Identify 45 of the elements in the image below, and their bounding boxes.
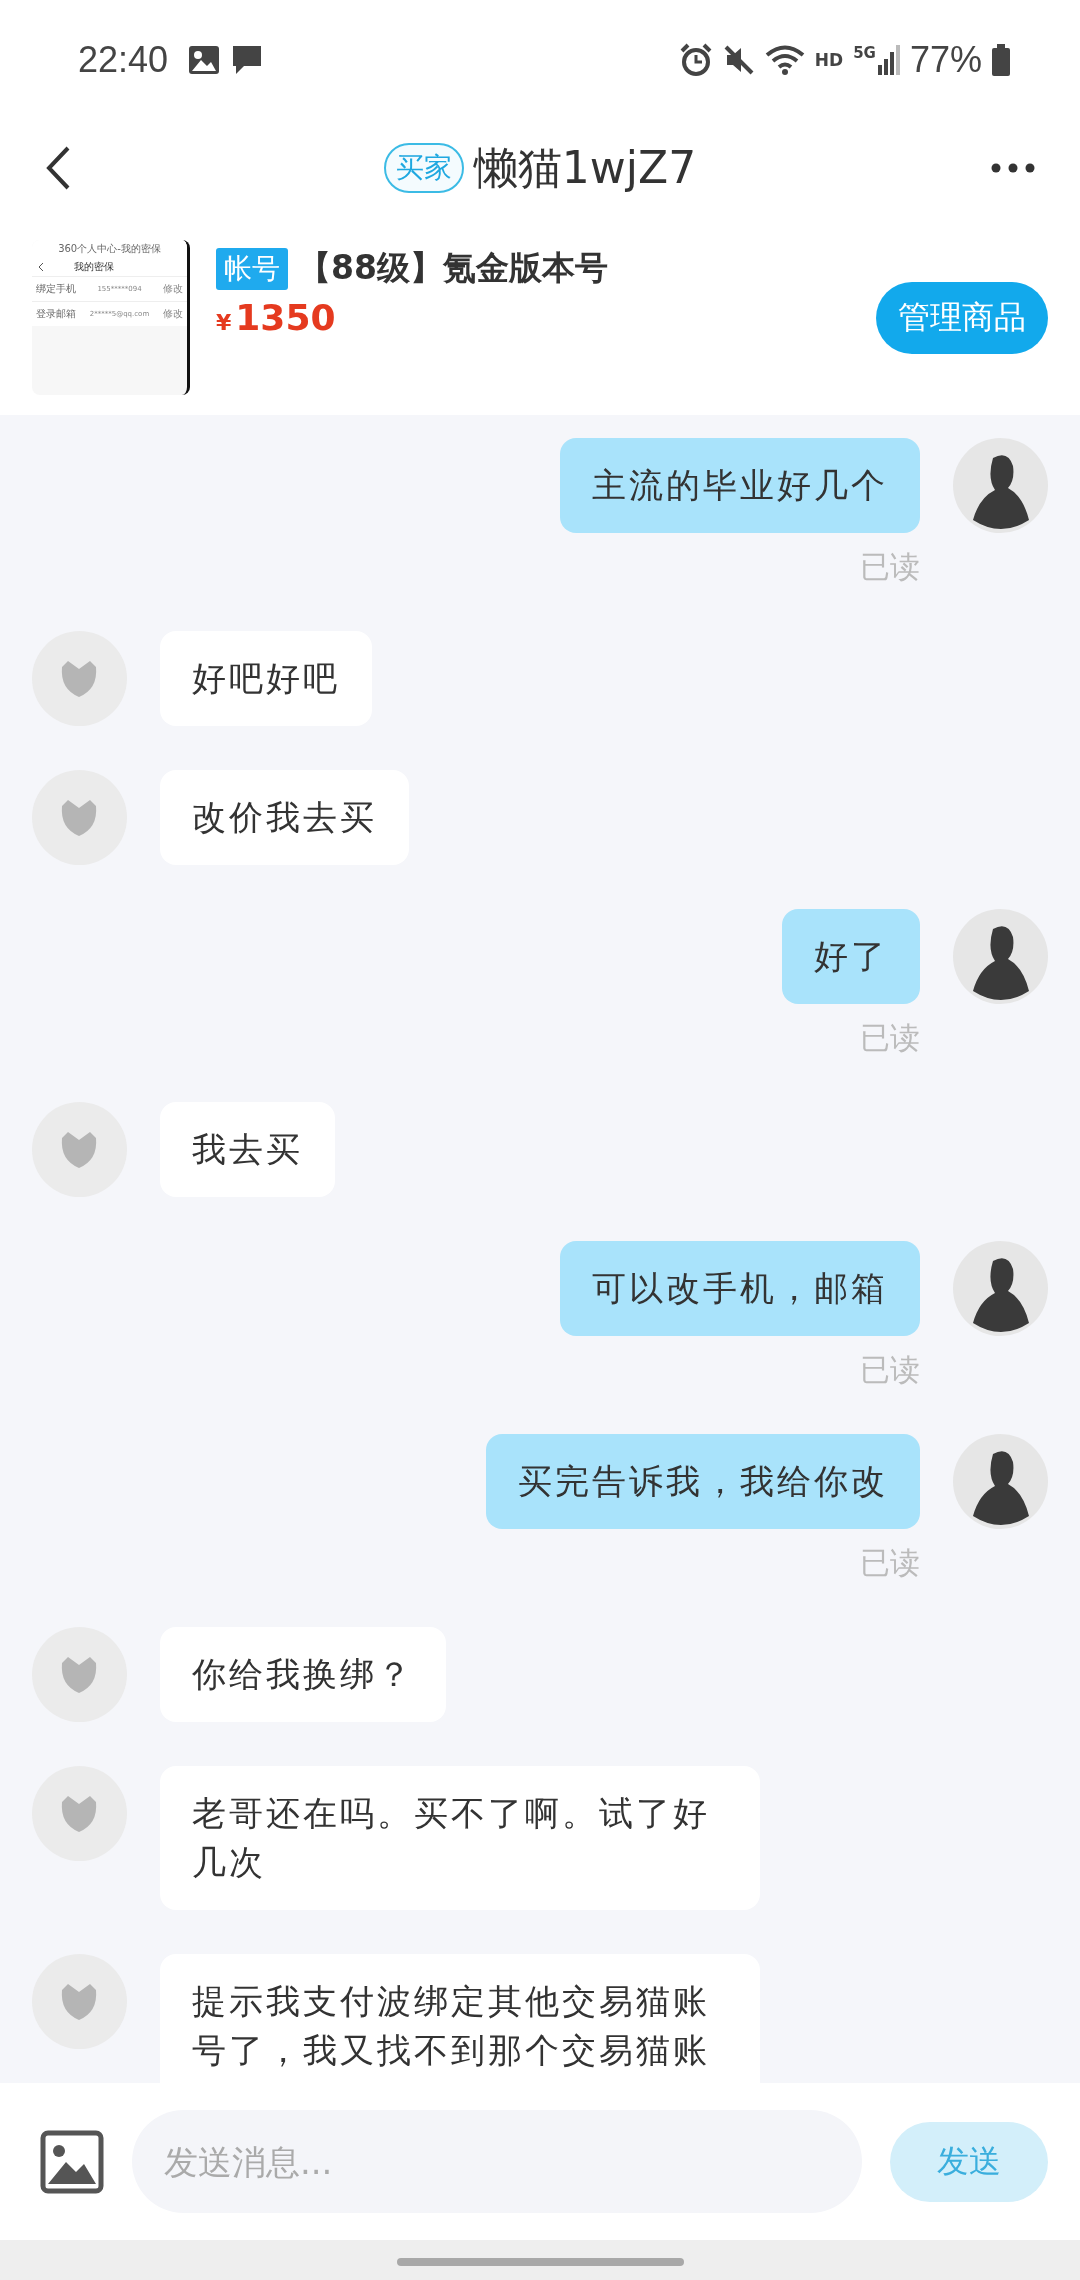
battery-icon — [992, 44, 1010, 76]
clock: 22:40 — [78, 39, 169, 81]
message-text: 我去买 — [160, 1102, 335, 1197]
image-icon[interactable] — [40, 2129, 104, 2194]
product-title: 【88级】氪金版本号 — [298, 247, 608, 289]
battery-percentage: 77% — [909, 39, 982, 81]
message-text: 好吧好吧 — [160, 631, 372, 726]
message-text: 你给我换绑？ — [160, 1627, 446, 1722]
message-text: 提示我支付波绑定其他交易猫账号了，我又找不到那个交易猫账 — [160, 1954, 760, 2083]
image-icon — [188, 45, 221, 75]
product-price: ¥1350 — [216, 297, 337, 338]
manage-product-button[interactable]: 管理商品 — [876, 282, 1048, 354]
message-text: 可以改手机，邮箱 — [560, 1241, 920, 1336]
category-tag: 帐号 — [216, 247, 288, 290]
read-status: 已读 — [860, 1351, 920, 1389]
wifi-icon — [764, 44, 805, 76]
message-text: 改价我去买 — [160, 770, 409, 865]
back-icon[interactable] — [45, 145, 71, 191]
thumbnail-action: 修改 — [163, 307, 183, 321]
message-input-field[interactable]: 发送消息... — [132, 2110, 862, 2213]
read-status: 已读 — [860, 548, 920, 586]
more-icon[interactable] — [991, 163, 1035, 173]
thumbnail-action: 修改 — [163, 282, 183, 296]
mute-icon — [722, 44, 755, 76]
message-text: 好了 — [782, 909, 920, 1004]
thumbnail-label: 绑定手机 — [36, 282, 76, 296]
message-text: 主流的毕业好几个 — [560, 438, 920, 533]
message-text: 买完告诉我，我给你改 — [486, 1434, 920, 1529]
alarm-icon — [678, 43, 713, 77]
message-text: 老哥还在吗。买不了啊。试了好几次 — [160, 1766, 760, 1910]
read-status: 已读 — [860, 1019, 920, 1057]
avatar-icon[interactable] — [953, 438, 1048, 533]
buyer-badge: 买家 — [383, 143, 464, 193]
thumbnail-header: 360个人中心-我的密保 — [58, 242, 161, 256]
signal-icon — [877, 45, 900, 75]
network-label: HD — [814, 50, 844, 70]
avatar-icon[interactable] — [953, 909, 1048, 1004]
avatar-icon[interactable] — [953, 1241, 1048, 1336]
avatar-icon[interactable] — [953, 1434, 1048, 1529]
thumbnail-label: 登录邮箱 — [36, 307, 76, 321]
chat-title: 懒猫1wjZ7 — [473, 140, 697, 195]
back-icon — [38, 262, 44, 272]
read-status: 已读 — [860, 1544, 920, 1582]
thumbnail-title: 我的密保 — [74, 260, 114, 274]
network-type-label: 5G — [853, 44, 876, 62]
